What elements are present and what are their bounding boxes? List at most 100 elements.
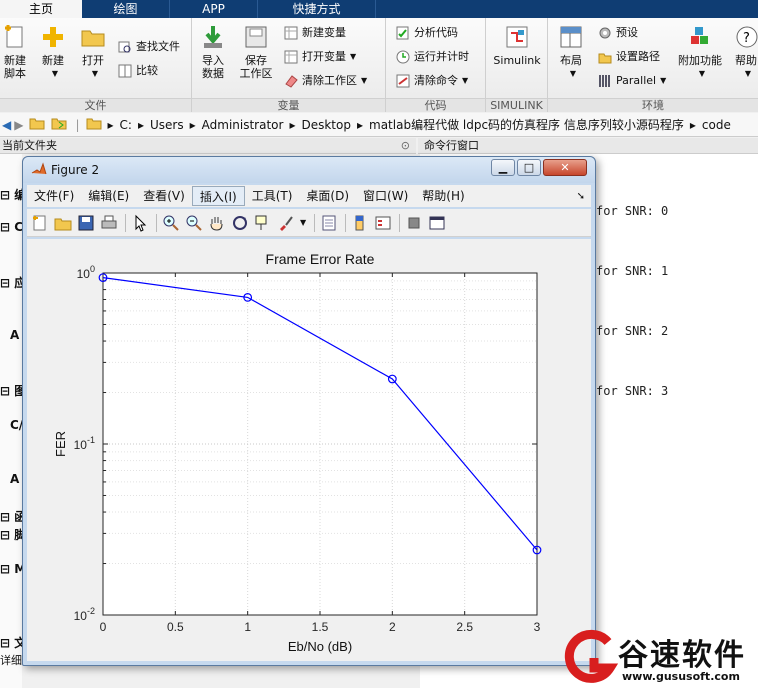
layout-label: 布局 [560,54,582,67]
menu-help[interactable]: 帮助(H) [415,186,471,206]
menu-view[interactable]: 查看(V) [136,186,192,206]
figure-title: Figure 2 [51,163,100,177]
figure-window[interactable]: Figure 2 ▁ □ ✕ 文件(F) 编辑(E) 查看(V) 插入(I) 工… [22,156,596,666]
dock-arrow-icon[interactable]: ➘ [577,191,585,202]
breadcrumb-code[interactable]: code [702,118,731,132]
pointer-icon[interactable] [131,214,149,232]
clear-workspace-button[interactable]: 清除工作区 ▼ [284,72,367,90]
new-button[interactable]: 新建 ▼ [36,24,70,80]
maximize-button[interactable]: □ [517,159,541,176]
breadcrumb-users[interactable]: Users [150,118,184,132]
add-ons-button[interactable]: 附加功能 ▼ [674,24,726,80]
import-data-button[interactable]: 导入 数据 [198,24,228,80]
open-button[interactable]: 打开 ▼ [76,24,110,80]
run-time-icon [396,50,410,64]
details-label[interactable]: 详细 [0,652,22,668]
clear-commands-button[interactable]: 清除命令 ▼ [396,72,468,90]
browse-folder-icon[interactable] [51,116,67,133]
analyze-code-label: 分析代码 [414,26,458,39]
breadcrumb-project-folder[interactable]: matlab编程代做 ldpc码的仿真程序 信息序列较小源码程序 [369,116,684,133]
analyze-code-button[interactable]: 分析代码 [396,24,458,42]
forward-arrow-icon[interactable]: ▶ [14,118,23,132]
panel-menu-icon[interactable]: ⊙ [401,138,410,154]
open-file-icon[interactable] [54,214,72,232]
menu-edit[interactable]: 编辑(E) [81,186,136,206]
plot-area[interactable]: 0 0.5 1 1.5 2 2.5 3 100 10-1 10-2 Frame Error Rate… [27,239,591,661]
tab-apps[interactable]: APP [170,0,258,18]
simulink-button[interactable]: Simulink [490,24,544,67]
folder-row[interactable]: C/ [0,418,23,432]
menu-window[interactable]: 窗口(W) [356,186,415,206]
brush-icon[interactable] [277,214,295,232]
new-variable-button[interactable]: 新建变量 [284,24,346,42]
new-label: 新建 [42,54,64,67]
current-folder-title: 当前文件夹 [2,139,57,152]
chevron-down-icon[interactable]: ▼ [300,218,306,227]
print-icon[interactable] [100,214,118,232]
code-group-label: 代码 [386,98,485,112]
open-variable-label: 打开变量 [302,50,346,63]
file-group: 新建 脚本 新建 ▼ 打开 ▼ 查找文件 比较 文件 [0,18,192,112]
preferences-button[interactable]: 预设 [598,24,638,42]
simulink-label: Simulink [493,54,541,67]
toolbar-separator [399,213,401,232]
breadcrumb-drive[interactable]: C: [120,118,132,132]
help-label: 帮助 [735,54,757,67]
parallel-label: Parallel [616,74,657,87]
new-script-button[interactable]: 新建 脚本 [0,24,30,80]
fer-chart[interactable]: 0 0.5 1 1.5 2 2.5 310010-110-2Frame Error Rate… [27,239,591,661]
menu-tools[interactable]: 工具(T) [245,186,300,206]
clear-commands-icon [396,74,410,88]
tab-shortcuts[interactable]: 快捷方式 [258,0,376,18]
x-axis-label: Eb/No (dB) [288,639,352,654]
parallel-button[interactable]: Parallel ▼ [598,72,666,90]
legend-icon[interactable] [374,214,392,232]
hide-plot-tools-icon[interactable] [405,214,423,232]
breadcrumb-desktop[interactable]: Desktop [301,118,351,132]
save-workspace-button[interactable]: 保存 工作区 [236,24,276,80]
menu-desktop[interactable]: 桌面(D) [299,186,356,206]
minimize-button[interactable]: ▁ [491,159,515,176]
back-arrow-icon[interactable]: ◀ [2,118,11,132]
watermark-name: 谷速软件 [618,638,746,673]
folder-row[interactable]: A [0,472,19,486]
add-ons-icon [687,24,713,50]
breadcrumb-administrator[interactable]: Administrator [202,118,284,132]
import-icon [200,24,226,50]
data-cursor-icon[interactable] [254,214,272,232]
run-and-time-label: 运行并计时 [414,50,469,63]
figure-title-bar[interactable]: Figure 2 ▁ □ ✕ [23,157,595,183]
layout-button[interactable]: 布局 ▼ [556,24,586,80]
compare-button[interactable]: 比较 [118,62,158,80]
open-variable-button[interactable]: 打开变量 ▼ [284,48,356,66]
help-button[interactable]: ? 帮助 ▼ [734,24,758,80]
matlab-logo-icon [31,162,47,181]
find-files-button[interactable]: 查找文件 [118,38,180,56]
menu-file[interactable]: 文件(F) [27,186,81,206]
set-path-button[interactable]: 设置路径 [598,48,660,66]
colorbar-icon[interactable] [351,214,369,232]
rotate-3d-icon[interactable] [231,214,249,232]
svg-text:?: ? [743,31,750,46]
variable-group-label: 变量 [192,98,385,112]
pan-hand-icon[interactable] [208,214,226,232]
toolbar-separator [125,213,126,232]
tab-plots[interactable]: 绘图 [82,0,170,18]
run-and-time-button[interactable]: 运行并计时 [396,48,469,66]
save-icon[interactable] [77,214,95,232]
folder-row[interactable]: ⊟ C [0,220,23,234]
link-plot-icon[interactable] [320,214,338,232]
up-folder-icon[interactable] [29,116,45,133]
new-figure-icon[interactable] [31,214,49,232]
breadcrumb-separator: ▸ [689,117,696,132]
tab-home[interactable]: 主页 [0,0,82,18]
figure-menu-bar: 文件(F) 编辑(E) 查看(V) 插入(I) 工具(T) 桌面(D) 窗口(W… [27,185,591,207]
menu-insert[interactable]: 插入(I) [191,186,245,206]
folder-row[interactable]: A [0,328,19,342]
zoom-in-icon[interactable] [162,214,180,232]
close-button[interactable]: ✕ [543,159,587,176]
chevron-down-icon: ▼ [350,52,357,61]
show-plot-tools-icon[interactable] [428,214,446,232]
zoom-out-icon[interactable] [185,214,203,232]
new-variable-label: 新建变量 [302,26,346,39]
